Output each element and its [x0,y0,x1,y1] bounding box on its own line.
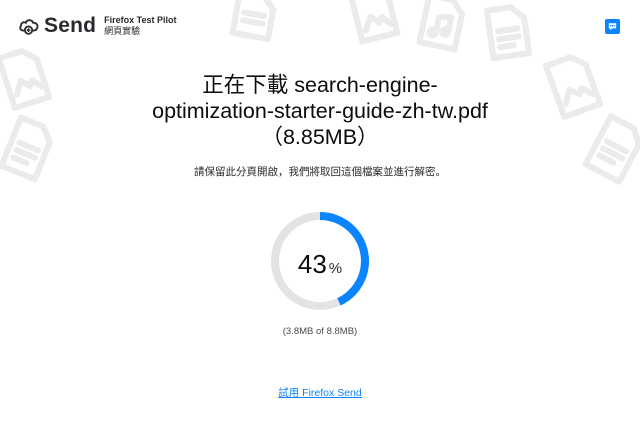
pilot-subtitle: 網頁實驗 [104,26,141,36]
try-firefox-send: 試用 Firefox Send [0,385,640,400]
download-title: 正在下載 search-engine-optimization-starter-… [152,73,488,149]
feedback-button[interactable] [605,19,620,34]
progress-percent-sign: % [328,260,343,277]
progress-ring: 43% [270,211,370,311]
pilot-title: Firefox Test Pilot [104,15,177,25]
image-file-icon [542,54,604,120]
try-firefox-send-link[interactable]: 試用 Firefox Send [278,387,361,399]
feedback-chat-icon [608,23,617,31]
header: Send Firefox Test Pilot 網頁實驗 [18,14,177,38]
image-file-icon [0,48,53,111]
download-message: 請保留此分頁開啟，我們將取回這個檔案並進行解密。 [194,166,446,178]
document-file-icon [229,0,277,42]
size-progress: (3.8MB of 8.8MB) [282,326,358,337]
progress-percent-value: 43 [297,249,327,279]
music-file-icon [416,0,466,53]
progress-percent: 43% [270,250,370,283]
app-name[interactable]: Send [44,14,96,38]
test-pilot-badge[interactable]: Firefox Test Pilot 網頁實驗 [104,15,176,37]
document-file-icon [483,4,533,62]
image-file-icon [347,0,401,45]
send-logo-icon[interactable] [18,15,40,37]
